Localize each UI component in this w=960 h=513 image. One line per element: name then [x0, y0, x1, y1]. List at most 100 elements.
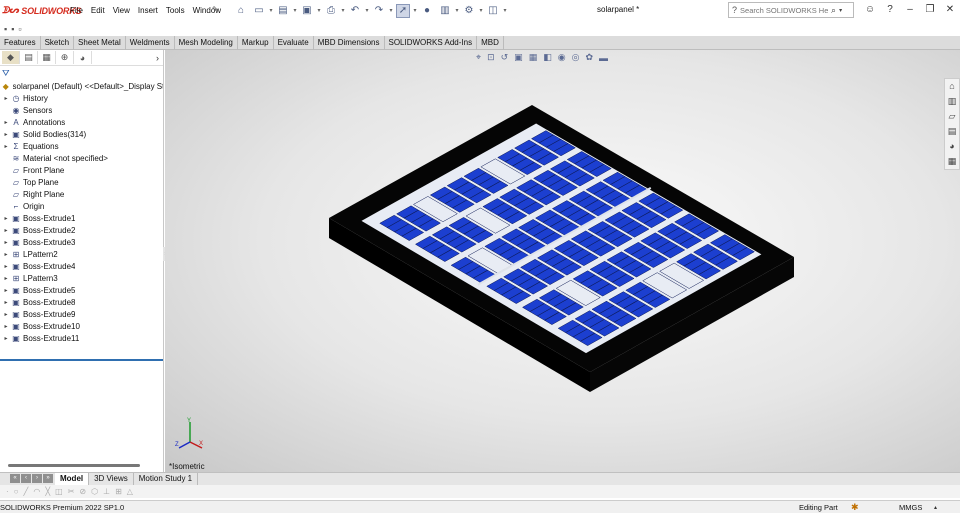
- prev-tab-icon[interactable]: ‹: [21, 474, 31, 483]
- tree-item[interactable]: ▸ ▣ Boss-Extrude2: [0, 224, 163, 236]
- centerline-icon[interactable]: ╳: [45, 487, 50, 496]
- tree-item[interactable]: ▸ ◷ History: [0, 92, 163, 104]
- print-icon[interactable]: ⎙: [324, 4, 338, 18]
- menu-file[interactable]: File: [66, 5, 87, 16]
- search-dropdown-icon[interactable]: ▾: [839, 7, 842, 14]
- pin-menu-icon[interactable]: ✎: [212, 5, 219, 14]
- expand-arrow-icon[interactable]: ▸: [2, 251, 10, 258]
- new-dropdown-icon[interactable]: ▾: [268, 4, 274, 18]
- options-dropdown-icon[interactable]: ▾: [478, 4, 484, 18]
- first-tab-icon[interactable]: «: [10, 474, 20, 483]
- undo-icon[interactable]: ↶: [348, 4, 362, 18]
- tree-item[interactable]: ▸ ▣ Boss-Extrude9: [0, 308, 163, 320]
- tab-weldments[interactable]: Weldments: [126, 36, 175, 50]
- new-document-icon[interactable]: ▭: [252, 4, 266, 18]
- graphics-area[interactable]: ⌖ ⊡ ↺ ▣ ▦ ◧ ◉ ◎ ✿ ▬ ⌂ ▥ ▱ ▤ ◕ ▦ Y X Z *I…: [165, 50, 960, 472]
- horizontal-scrollbar[interactable]: [8, 464, 140, 467]
- mirror-icon[interactable]: ⊞: [115, 487, 122, 496]
- expand-arrow-icon[interactable]: ▸: [2, 119, 10, 126]
- next-tab-icon[interactable]: ›: [32, 474, 42, 483]
- display-manager-tab-icon[interactable]: ◕: [74, 51, 92, 64]
- options-gear-icon[interactable]: ⚙: [462, 4, 476, 18]
- tree-item[interactable]: ⌐ Origin: [0, 200, 163, 212]
- undo-dropdown-icon[interactable]: ▾: [364, 4, 370, 18]
- tree-item[interactable]: ▸ ▣ Boss-Extrude4: [0, 260, 163, 272]
- smart-dimension-icon[interactable]: ⊘: [79, 487, 86, 496]
- tree-item[interactable]: ▸ ▣ Boss-Extrude1: [0, 212, 163, 224]
- print-dropdown-icon[interactable]: ▾: [340, 4, 346, 18]
- tab-solidworks-add-ins[interactable]: SOLIDWORKS Add-Ins: [385, 36, 478, 50]
- tab-mbd[interactable]: MBD: [477, 36, 504, 50]
- tree-item[interactable]: ▸ ▣ Boss-Extrude5: [0, 284, 163, 296]
- expand-arrow-icon[interactable]: ▸: [2, 299, 10, 306]
- expand-arrow-icon[interactable]: ▸: [2, 323, 10, 330]
- tab-3d-views[interactable]: 3D Views: [89, 473, 134, 485]
- expand-arrow-icon[interactable]: ▸: [2, 95, 10, 102]
- expand-arrow-icon[interactable]: ▸: [2, 131, 10, 138]
- tree-item[interactable]: ▱ Front Plane: [0, 164, 163, 176]
- expand-arrow-icon[interactable]: ▸: [2, 227, 10, 234]
- expand-arrow-icon[interactable]: ▸: [2, 311, 10, 318]
- tree-item[interactable]: ◉ Sensors: [0, 104, 163, 116]
- tree-item[interactable]: ▸ Σ Equations: [0, 140, 163, 152]
- camera-dropdown-icon[interactable]: ▾: [502, 4, 508, 18]
- tab-motion-study-1[interactable]: Motion Study 1: [134, 473, 199, 485]
- menu-insert[interactable]: Insert: [134, 5, 162, 16]
- line-icon[interactable]: ╱: [24, 487, 29, 496]
- camera-icon[interactable]: ◫: [486, 4, 500, 18]
- tab-evaluate[interactable]: Evaluate: [274, 36, 314, 50]
- units-dropdown-icon[interactable]: ▴: [934, 504, 937, 511]
- menu-window[interactable]: Window: [189, 5, 225, 16]
- save-icon[interactable]: ▣: [300, 4, 314, 18]
- rollback-bar[interactable]: [0, 359, 163, 361]
- tree-item[interactable]: ▱ Right Plane: [0, 188, 163, 200]
- relations-icon[interactable]: ⊥: [103, 487, 110, 496]
- open-dropdown-icon[interactable]: ▾: [292, 4, 298, 18]
- tab-features[interactable]: Features: [0, 36, 41, 50]
- snapshot-icon[interactable]: ▪: [4, 24, 7, 34]
- help-search-input[interactable]: [740, 5, 829, 15]
- tree-filter-icon[interactable]: ⛛: [0, 66, 163, 80]
- file-properties-icon[interactable]: ▥: [438, 4, 452, 18]
- expand-arrow-icon[interactable]: ▸: [2, 215, 10, 222]
- expand-arrow-icon[interactable]: ▸: [2, 335, 10, 342]
- redo-dropdown-icon[interactable]: ▾: [388, 4, 394, 18]
- circle-icon[interactable]: ○: [14, 487, 19, 496]
- tree-item[interactable]: ▸ ▣ Boss-Extrude8: [0, 296, 163, 308]
- select-dropdown-icon[interactable]: ▾: [412, 4, 418, 18]
- expand-arrow-icon[interactable]: ▸: [2, 263, 10, 270]
- tree-item[interactable]: ▸ ⊞ LPattern2: [0, 248, 163, 260]
- expand-arrow-icon[interactable]: ▸: [2, 239, 10, 246]
- close-icon[interactable]: ✕: [940, 3, 960, 17]
- minimize-icon[interactable]: –: [900, 3, 920, 17]
- expand-arrow-icon[interactable]: ▸: [2, 143, 10, 150]
- help-circle-icon[interactable]: ?: [880, 3, 900, 17]
- tree-root-part[interactable]: ◆ solarpanel (Default) <<Default>_Displa…: [0, 80, 163, 92]
- save-dropdown-icon[interactable]: ▾: [316, 4, 322, 18]
- user-account-icon[interactable]: ☺: [860, 3, 880, 17]
- expand-arrow-icon[interactable]: ▸: [2, 275, 10, 282]
- polygon-icon[interactable]: ⬡: [91, 487, 98, 496]
- featuremanager-tab-icon[interactable]: ◆: [2, 51, 20, 64]
- rebuild-icon[interactable]: ▪: [11, 24, 14, 34]
- menu-view[interactable]: View: [109, 5, 134, 16]
- tab-markup[interactable]: Markup: [238, 36, 274, 50]
- tree-item[interactable]: ▸ ⊞ LPattern3: [0, 272, 163, 284]
- redo-icon[interactable]: ↷: [372, 4, 386, 18]
- point-icon[interactable]: ·: [6, 487, 9, 496]
- dimxpert-tab-icon[interactable]: ⊕: [56, 51, 74, 64]
- open-folder-icon[interactable]: ▤: [276, 4, 290, 18]
- expand-arrow-icon[interactable]: ▸: [2, 287, 10, 294]
- propertymanager-tab-icon[interactable]: ▤: [20, 51, 38, 64]
- tree-item[interactable]: ▸ A Annotations: [0, 116, 163, 128]
- offset-icon[interactable]: ◫: [55, 487, 63, 496]
- restore-icon[interactable]: ❐: [920, 3, 940, 17]
- tree-item[interactable]: ▸ ▣ Boss-Extrude10: [0, 320, 163, 332]
- units-system[interactable]: MMGS: [899, 503, 922, 512]
- arc-icon[interactable]: ◠: [33, 487, 40, 496]
- properties-dropdown-icon[interactable]: ▾: [454, 4, 460, 18]
- sketch-fillet-icon[interactable]: △: [127, 487, 133, 496]
- panel-expand-arrow-icon[interactable]: ›: [156, 53, 159, 63]
- trim-icon[interactable]: ✂: [68, 487, 75, 496]
- tab-sketch[interactable]: Sketch: [41, 36, 75, 50]
